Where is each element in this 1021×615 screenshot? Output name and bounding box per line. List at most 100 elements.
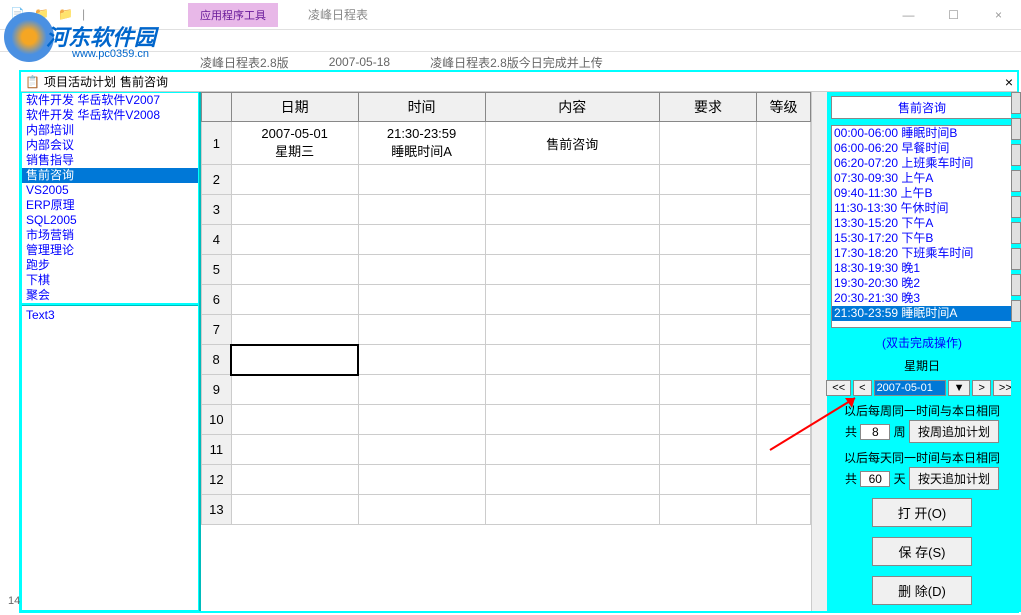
- time-slot-list[interactable]: 00:00-06:00 睡眠时间B06:00-06:20 早餐时间06:20-0…: [831, 125, 1013, 328]
- table-row[interactable]: 11: [202, 435, 811, 465]
- row-number[interactable]: 6: [202, 285, 232, 315]
- row-number[interactable]: 1: [202, 122, 232, 165]
- project-list[interactable]: 软件开发 华岳软件V2007软件开发 华岳软件V2008内部培训内部会议销售指导…: [22, 93, 198, 303]
- table-row[interactable]: 13: [202, 495, 811, 525]
- time-slot-item[interactable]: 06:20-07:20 上班乘车时间: [832, 156, 1012, 171]
- save-button[interactable]: 保 存(S): [872, 537, 972, 566]
- day-append-button[interactable]: 按天追加计划: [909, 467, 999, 490]
- nav-prev-button[interactable]: <: [853, 380, 871, 396]
- cell-time[interactable]: [358, 435, 485, 465]
- cell-content[interactable]: [485, 375, 659, 405]
- time-slot-item[interactable]: 21:30-23:59 睡眠时间A: [832, 306, 1012, 321]
- cell-time[interactable]: [358, 165, 485, 195]
- cell-req[interactable]: [659, 405, 756, 435]
- project-list-item[interactable]: 聚会: [22, 288, 198, 303]
- cell-date[interactable]: [231, 195, 358, 225]
- cell-date[interactable]: [231, 165, 358, 195]
- cell-time[interactable]: [358, 465, 485, 495]
- cell-date[interactable]: [231, 435, 358, 465]
- cell-level[interactable]: [757, 405, 811, 435]
- row-number[interactable]: 11: [202, 435, 232, 465]
- project-list-item[interactable]: 售前咨询: [22, 168, 198, 183]
- cell-level[interactable]: [757, 195, 811, 225]
- cell-req[interactable]: [659, 225, 756, 255]
- cell-level[interactable]: [757, 225, 811, 255]
- project-list-item[interactable]: 内部培训: [22, 123, 198, 138]
- row-number[interactable]: 12: [202, 465, 232, 495]
- cell-date[interactable]: 2007-05-01星期三: [231, 122, 358, 165]
- cell-level[interactable]: [757, 315, 811, 345]
- side-tab[interactable]: [1011, 248, 1021, 270]
- row-number[interactable]: 5: [202, 255, 232, 285]
- cell-level[interactable]: [757, 465, 811, 495]
- table-row[interactable]: 8: [202, 345, 811, 375]
- col-header-req[interactable]: 要求: [659, 93, 756, 122]
- cell-req[interactable]: [659, 465, 756, 495]
- time-slot-item[interactable]: 07:30-09:30 上午A: [832, 171, 1012, 186]
- cell-date[interactable]: [231, 465, 358, 495]
- project-list-item[interactable]: 销售指导: [22, 153, 198, 168]
- cell-level[interactable]: [757, 375, 811, 405]
- time-slot-item[interactable]: 20:30-21:30 晚3: [832, 291, 1012, 306]
- side-tab[interactable]: [1011, 222, 1021, 244]
- time-slot-item[interactable]: 09:40-11:30 上午B: [832, 186, 1012, 201]
- row-number[interactable]: 10: [202, 405, 232, 435]
- maximize-button[interactable]: ☐: [931, 0, 976, 30]
- cell-time[interactable]: [358, 345, 485, 375]
- cell-req[interactable]: [659, 345, 756, 375]
- date-dropdown-button[interactable]: ▼: [948, 380, 971, 396]
- week-count-input[interactable]: [860, 424, 890, 440]
- cell-level[interactable]: [757, 495, 811, 525]
- table-row[interactable]: 3: [202, 195, 811, 225]
- side-tab[interactable]: [1011, 274, 1021, 296]
- nav-first-button[interactable]: <<: [826, 380, 851, 396]
- time-slot-item[interactable]: 13:30-15:20 下午A: [832, 216, 1012, 231]
- table-row[interactable]: 9: [202, 375, 811, 405]
- schedule-table[interactable]: 日期 时间 内容 要求 等级 12007-05-01星期三21:30-23:59…: [201, 92, 811, 525]
- cell-level[interactable]: [757, 345, 811, 375]
- project-list-item[interactable]: 市场营销: [22, 228, 198, 243]
- table-row[interactable]: 5: [202, 255, 811, 285]
- cell-date[interactable]: [231, 405, 358, 435]
- side-tab[interactable]: [1011, 144, 1021, 166]
- nav-next-button[interactable]: >: [972, 380, 990, 396]
- cell-content[interactable]: [485, 405, 659, 435]
- close-button[interactable]: ×: [976, 0, 1021, 30]
- cell-time[interactable]: [358, 195, 485, 225]
- cell-content[interactable]: [485, 255, 659, 285]
- row-number[interactable]: 9: [202, 375, 232, 405]
- cell-req[interactable]: [659, 255, 756, 285]
- project-list-item[interactable]: ERP原理: [22, 198, 198, 213]
- app-tools-tab[interactable]: 应用程序工具: [188, 3, 278, 27]
- cell-req[interactable]: [659, 165, 756, 195]
- col-header-date[interactable]: 日期: [231, 93, 358, 122]
- row-number[interactable]: 8: [202, 345, 232, 375]
- cell-content[interactable]: [485, 315, 659, 345]
- time-slot-item[interactable]: 15:30-17:20 下午B: [832, 231, 1012, 246]
- cell-date[interactable]: [231, 285, 358, 315]
- cell-date[interactable]: [231, 315, 358, 345]
- project-list-item[interactable]: 内部会议: [22, 138, 198, 153]
- open-button[interactable]: 打 开(O): [872, 498, 972, 527]
- week-append-button[interactable]: 按周追加计划: [909, 420, 999, 443]
- cell-time[interactable]: [358, 255, 485, 285]
- table-row[interactable]: 12: [202, 465, 811, 495]
- time-slot-item[interactable]: 00:00-06:00 睡眠时间B: [832, 126, 1012, 141]
- vertical-scrollbar[interactable]: [811, 92, 827, 611]
- date-input[interactable]: [874, 380, 946, 396]
- table-row[interactable]: 10: [202, 405, 811, 435]
- project-list-item[interactable]: 跑步: [22, 258, 198, 273]
- table-row[interactable]: 7: [202, 315, 811, 345]
- side-tab[interactable]: [1011, 118, 1021, 140]
- time-slot-item[interactable]: 06:00-06:20 早餐时间: [832, 141, 1012, 156]
- cell-req[interactable]: [659, 375, 756, 405]
- cell-time[interactable]: 21:30-23:59睡眠时间A: [358, 122, 485, 165]
- project-list-item[interactable]: 管理理论: [22, 243, 198, 258]
- table-row[interactable]: 6: [202, 285, 811, 315]
- project-list-item[interactable]: 软件开发 华岳软件V2007: [22, 93, 198, 108]
- cell-time[interactable]: [358, 405, 485, 435]
- col-header-time[interactable]: 时间: [358, 93, 485, 122]
- row-number[interactable]: 4: [202, 225, 232, 255]
- cell-date[interactable]: [231, 255, 358, 285]
- project-list-item[interactable]: SQL2005: [22, 213, 198, 228]
